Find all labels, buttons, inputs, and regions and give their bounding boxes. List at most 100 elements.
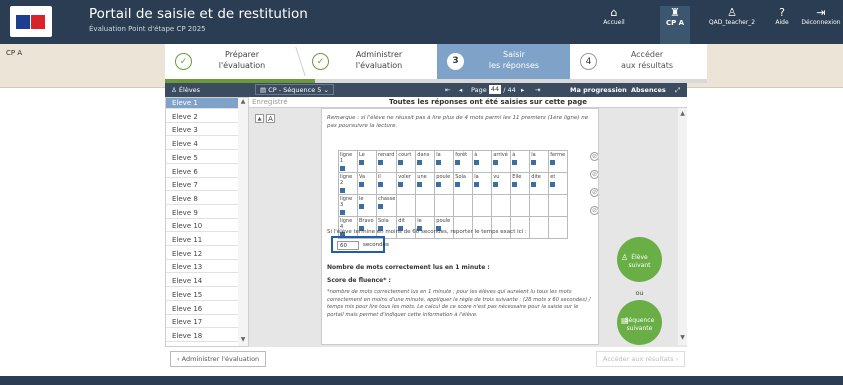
word-checkbox[interactable] xyxy=(398,160,404,165)
student-item[interactable]: Eleve 17 xyxy=(166,317,238,329)
word-checkbox[interactable] xyxy=(436,182,442,187)
word-checkbox[interactable] xyxy=(474,182,480,187)
word-checkbox[interactable] xyxy=(493,182,499,187)
main-scrollbar[interactable]: ▲ ▼ xyxy=(678,108,687,345)
word-cell[interactable]: le xyxy=(415,216,436,239)
student-item[interactable]: Eleve 15 xyxy=(166,290,238,301)
nav-home[interactable]: ⌂ Accueil xyxy=(599,6,629,26)
student-item[interactable]: Eleve 12 xyxy=(166,249,238,260)
word-cell[interactable]: dans xyxy=(415,150,436,173)
word-checkbox[interactable] xyxy=(455,160,461,165)
student-item[interactable]: Eleve 11 xyxy=(166,235,238,246)
nav-class[interactable]: ♜ CP A xyxy=(660,6,690,44)
word-cell[interactable]: court xyxy=(396,150,417,173)
row3-stop-icon[interactable]: ⊘ xyxy=(590,188,598,197)
next-sequence-button[interactable]: ▤ Séquence suivante xyxy=(617,300,662,345)
word-cell[interactable]: à xyxy=(472,150,493,173)
page-next-button[interactable]: ▸ xyxy=(521,83,524,97)
page-prev-button[interactable]: ◂ xyxy=(459,83,462,97)
nav-user[interactable]: ♙ QAD_teacher_2 xyxy=(706,6,758,26)
student-item[interactable]: Eleve 2 xyxy=(166,112,238,123)
word-cell[interactable]: Sola xyxy=(453,172,474,195)
word-cell[interactable]: à xyxy=(510,150,531,173)
word-checkbox[interactable] xyxy=(340,166,345,171)
student-item[interactable]: Eleve 16 xyxy=(166,304,238,315)
word-cell[interactable]: poule xyxy=(434,216,455,239)
word-cell[interactable]: vu xyxy=(491,172,512,195)
word-cell[interactable]: dit xyxy=(396,216,417,239)
word-checkbox[interactable] xyxy=(474,160,480,165)
word-checkbox[interactable] xyxy=(359,160,364,165)
seconds-input[interactable]: 60 xyxy=(337,241,359,250)
word-cell[interactable]: ferme xyxy=(548,150,569,173)
word-checkbox[interactable] xyxy=(417,182,423,187)
word-cell[interactable]: arrivé xyxy=(491,150,512,173)
word-checkbox[interactable] xyxy=(378,204,383,209)
word-cell[interactable]: le xyxy=(357,194,377,217)
student-item[interactable]: Eleve 1 xyxy=(166,98,238,109)
scroll-down-icon[interactable]: ▼ xyxy=(238,336,248,343)
page-first-button[interactable]: ⇤ xyxy=(445,83,450,97)
word-cell[interactable]: Le xyxy=(357,150,377,173)
student-item[interactable]: Eleve 9 xyxy=(166,208,238,219)
word-checkbox[interactable] xyxy=(340,210,345,215)
student-item[interactable]: Eleve 3 xyxy=(166,125,238,137)
word-checkbox[interactable] xyxy=(531,160,537,165)
nav-logout[interactable]: ⇥ Déconnexion xyxy=(801,6,841,26)
font-size-button[interactable]: A xyxy=(266,114,275,123)
scroll-up-icon[interactable]: ▲ xyxy=(678,110,687,117)
word-checkbox[interactable] xyxy=(512,182,518,187)
word-cell[interactable]: poule xyxy=(434,172,455,195)
word-cell[interactable]: voler xyxy=(396,172,417,195)
expand-icon[interactable]: ⤢ xyxy=(675,83,680,97)
word-cell[interactable]: une xyxy=(415,172,436,195)
next-student-button[interactable]: ♙ Élève suivant xyxy=(617,237,662,282)
students-scrollbar[interactable]: ▲ ▼ xyxy=(238,98,248,346)
nav-help[interactable]: ? Aide xyxy=(770,6,794,26)
student-item[interactable]: Eleve 6 xyxy=(166,167,238,178)
student-item[interactable]: Eleve 14 xyxy=(166,276,238,288)
access-results-button[interactable]: Accéder aux résultats › xyxy=(596,351,686,367)
word-cell[interactable]: il xyxy=(375,172,398,195)
word-checkbox[interactable] xyxy=(340,188,345,193)
student-item[interactable]: Eleve 4 xyxy=(166,139,238,151)
step-saisir[interactable]: 3 Saisir les réponses xyxy=(437,44,570,79)
word-checkbox[interactable] xyxy=(512,160,518,165)
student-item[interactable]: Eleve 10 xyxy=(166,221,238,233)
step-administrer[interactable]: ✓ Administrer l'évaluation xyxy=(302,44,435,79)
word-checkbox[interactable] xyxy=(493,160,499,165)
collapse-icon[interactable]: ▲ xyxy=(255,114,264,123)
word-cell[interactable]: chasse xyxy=(375,194,398,217)
absences-link[interactable]: Absences xyxy=(631,83,666,97)
word-cell[interactable]: la xyxy=(529,150,550,173)
word-checkbox[interactable] xyxy=(378,160,383,165)
page-number-input[interactable]: 44 xyxy=(488,85,502,94)
row2-stop-icon[interactable]: ⊘ xyxy=(590,170,598,179)
word-checkbox[interactable] xyxy=(531,182,537,187)
student-item[interactable]: Eleve 7 xyxy=(166,180,238,192)
word-checkbox[interactable] xyxy=(550,160,556,165)
word-cell[interactable]: Va xyxy=(357,172,377,195)
step-preparer[interactable]: ✓ Préparer l'évaluation xyxy=(165,44,300,79)
student-item[interactable]: Eleve 8 xyxy=(166,194,238,205)
word-checkbox[interactable] xyxy=(398,182,404,187)
word-cell[interactable]: dite xyxy=(529,172,550,195)
step-acceder[interactable]: 4 Accéder aux résultats xyxy=(570,44,707,79)
word-cell[interactable]: Elle xyxy=(510,172,531,195)
word-cell[interactable]: renard xyxy=(375,150,398,173)
word-cell[interactable]: la xyxy=(434,150,455,173)
student-item[interactable]: Eleve 18 xyxy=(166,331,238,342)
word-checkbox[interactable] xyxy=(455,182,461,187)
word-checkbox[interactable] xyxy=(417,160,423,165)
word-checkbox[interactable] xyxy=(436,160,442,165)
word-checkbox[interactable] xyxy=(359,182,364,187)
page-last-button[interactable]: ⇥ xyxy=(535,83,540,97)
scroll-up-icon[interactable]: ▲ xyxy=(238,98,248,105)
scroll-down-icon[interactable]: ▼ xyxy=(678,334,687,341)
word-checkbox[interactable] xyxy=(550,182,556,187)
student-item[interactable]: Eleve 5 xyxy=(166,153,238,164)
sequence-select[interactable]: ▤ CP - Séquence 5 ⌄ xyxy=(255,84,334,95)
word-cell[interactable]: la xyxy=(472,172,493,195)
my-progress-link[interactable]: Ma progression xyxy=(570,83,627,97)
students-toggle[interactable]: ♙ Élèves xyxy=(171,83,200,97)
